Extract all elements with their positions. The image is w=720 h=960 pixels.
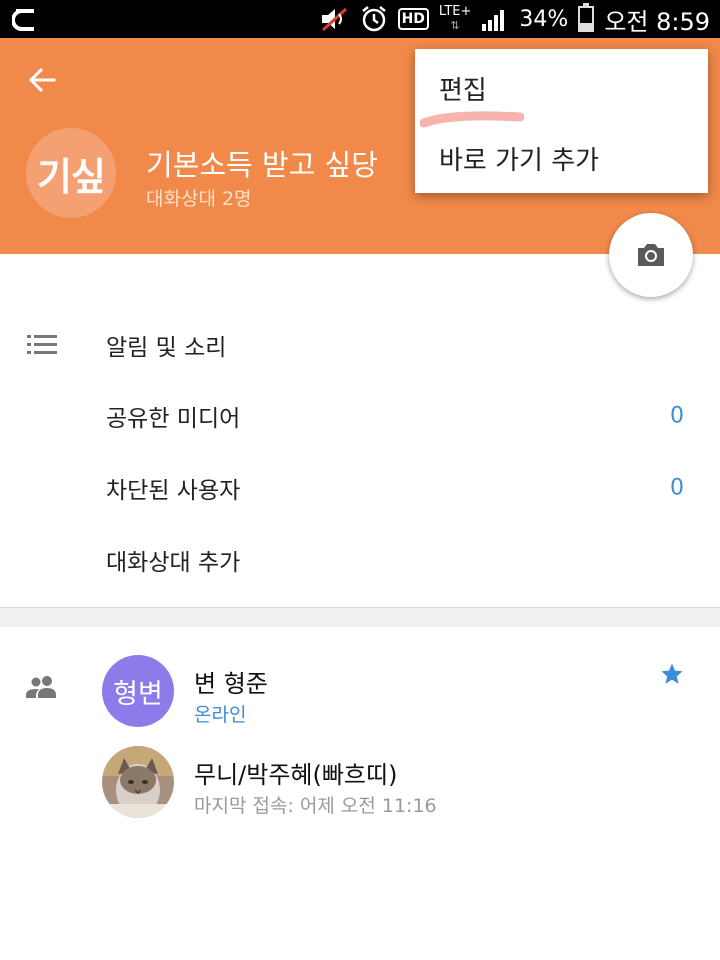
hd-voice-icon: HD [397,8,429,30]
member-row[interactable]: 무니/박주혜(빠흐띠) 마지막 접속: 어제 오전 11:16 [0,737,720,827]
menu-item-edit[interactable]: 편집 [415,53,708,123]
settings-label: 차단된 사용자 [106,478,241,504]
settings-label: 알림 및 소리 [106,335,227,361]
battery-fill [580,22,593,30]
back-button[interactable] [22,60,62,100]
app-notification-icon [12,9,34,31]
overflow-menu: 편집 바로 가기 추가 [415,49,708,193]
lte-icon: LTE+ ⇅ [439,5,472,33]
settings-count: 0 [670,403,684,429]
data-arrows-icon: ⇅ [450,19,460,32]
camera-icon [638,244,664,266]
settings-count: 0 [670,475,684,501]
alarm-icon [361,6,386,32]
arrow-back-icon [28,67,56,93]
settings-notifications[interactable]: 알림 및 소리 [0,309,720,381]
mute-icon [321,7,347,32]
settings-add-member[interactable]: 대화상대 추가 [0,524,720,596]
battery-percent: 34% [519,6,569,32]
member-status: 마지막 접속: 어제 오전 11:16 [194,795,437,817]
avatar [102,746,174,818]
status-icons: HD LTE+ ⇅ 34% 오전 8:59 [320,0,710,38]
member-status: 온라인 [194,704,247,726]
settings-label: 공유한 미디어 [106,406,241,432]
clock: 오전 8:59 [604,7,710,36]
avatar: 형변 [102,655,174,727]
menu-item-add-shortcut[interactable]: 바로 가기 추가 [415,123,708,193]
settings-label: 대화상대 추가 [106,550,241,576]
member-row[interactable]: 형변 변 형준 온라인 [0,646,720,736]
member-name: 변 형준 [194,670,268,698]
section-divider [0,607,720,627]
cat-photo-icon [102,746,174,818]
settings-blocked-users[interactable]: 차단된 사용자 0 [0,452,720,524]
settings-shared-media[interactable]: 공유한 미디어 0 [0,380,720,452]
member-count: 대화상대 2명 [146,188,252,210]
signal-icon [482,10,505,31]
star-icon[interactable] [660,662,684,686]
battery-icon [578,3,595,32]
member-name: 무니/박주혜(빠흐띠) [194,761,398,789]
group-name: 기본소득 받고 싶당 [146,148,378,182]
camera-button[interactable] [609,213,693,297]
group-avatar[interactable]: 기싶 [26,128,116,218]
status-bar: HD LTE+ ⇅ 34% 오전 8:59 [0,0,720,38]
lte-label: LTE+ [438,4,472,19]
